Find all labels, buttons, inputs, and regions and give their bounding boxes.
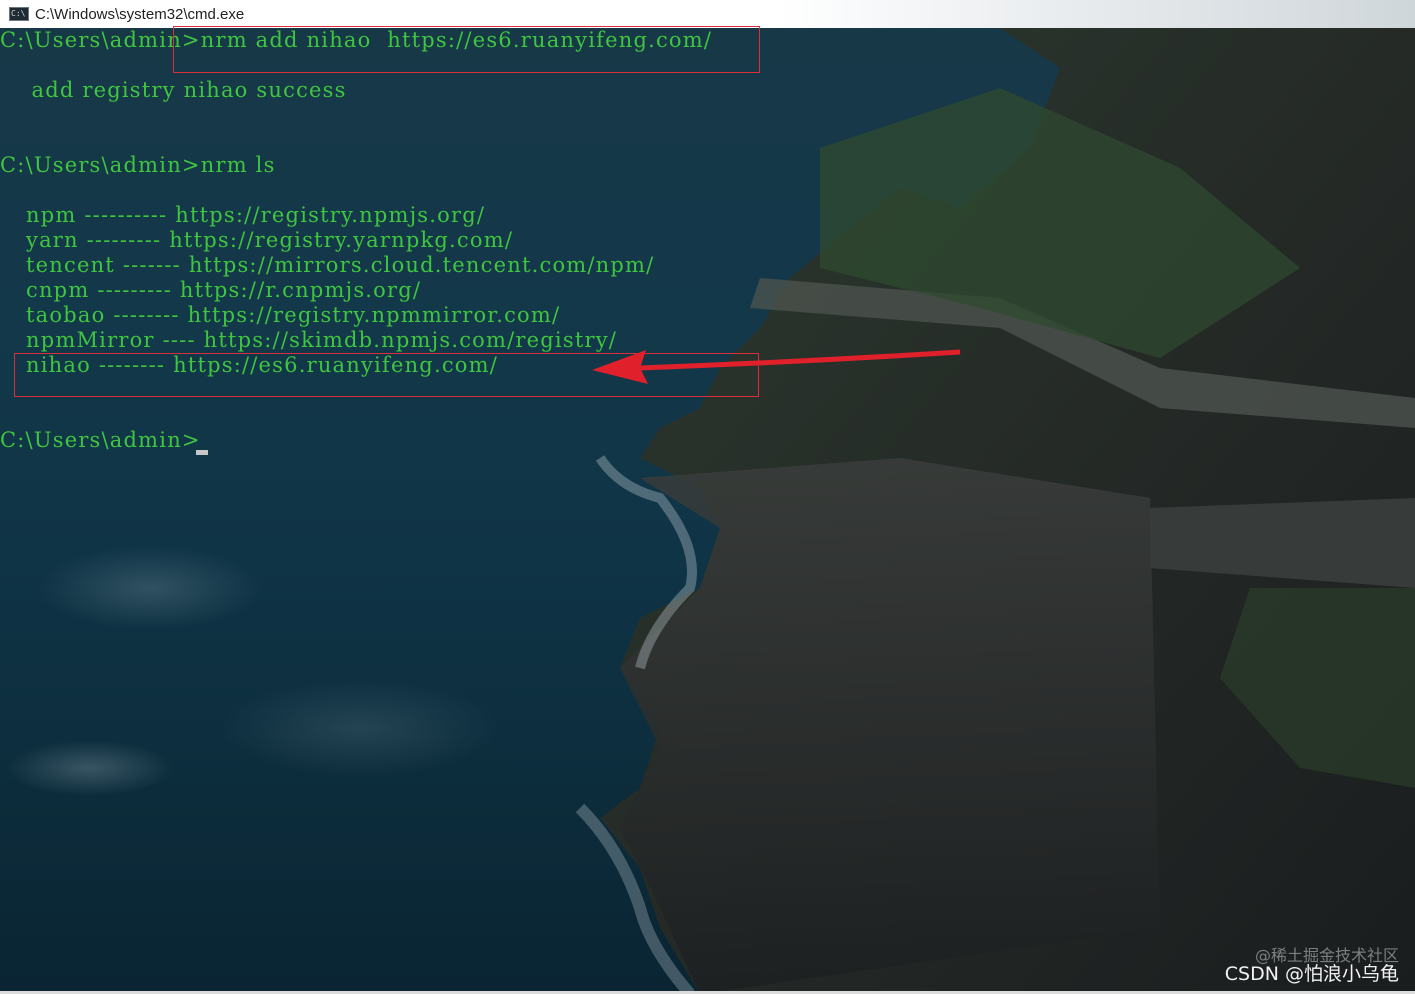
prompt: C:\Users\admin> bbox=[0, 153, 201, 177]
registry-separator: -------- bbox=[113, 303, 180, 327]
registry-name: cnpm bbox=[26, 278, 90, 302]
registry-name: npm bbox=[26, 203, 77, 227]
window-title: C:\Windows\system32\cmd.exe bbox=[35, 5, 245, 23]
command-text: nrm ls bbox=[200, 153, 276, 177]
cmd-icon: C:\ bbox=[9, 7, 29, 21]
highlight-box-command bbox=[173, 26, 760, 73]
registry-row-taobao: taobao -------- https://registry.npmmirr… bbox=[26, 303, 560, 327]
registry-url: https://skimdb.npmjs.com/registry/ bbox=[203, 328, 618, 352]
cmd-window: C:\ C:\Windows\system32\cmd.exe C:\Users… bbox=[0, 0, 1415, 994]
registry-separator: --------- bbox=[97, 278, 173, 302]
registry-row-yarn: yarn --------- https://registry.yarnpkg.… bbox=[26, 228, 513, 252]
registry-row-tencent: tencent ------- https://mirrors.cloud.te… bbox=[26, 253, 654, 277]
console-output-line: add registry nihao success bbox=[0, 78, 347, 102]
registry-separator: ---- bbox=[162, 328, 196, 352]
registry-name: tencent bbox=[26, 253, 115, 277]
registry-separator: --------- bbox=[86, 228, 162, 252]
highlight-box-nihao bbox=[14, 353, 759, 397]
registry-name: npmMirror bbox=[26, 328, 155, 352]
console-output[interactable]: C:\Users\admin>nrm add nihao https://es6… bbox=[0, 28, 1415, 994]
registry-separator: ---------- bbox=[84, 203, 168, 227]
prompt: C:\Users\admin> bbox=[0, 428, 201, 452]
registry-separator: ------- bbox=[122, 253, 181, 277]
registry-row-npm: npm ---------- https://registry.npmjs.or… bbox=[26, 203, 485, 227]
watermark-csdn: CSDN @怕浪小乌龟 bbox=[1224, 963, 1399, 985]
registry-name: taobao bbox=[26, 303, 106, 327]
registry-url: https://registry.yarnpkg.com/ bbox=[169, 228, 514, 252]
registry-name: yarn bbox=[26, 228, 79, 252]
registry-url: https://registry.npmjs.org/ bbox=[175, 203, 486, 227]
text-cursor bbox=[196, 450, 208, 455]
console-line-2: C:\Users\admin>nrm ls bbox=[0, 153, 276, 177]
title-bar[interactable]: C:\ C:\Windows\system32\cmd.exe bbox=[0, 0, 1415, 28]
registry-url: https://registry.npmmirror.com/ bbox=[187, 303, 561, 327]
prompt: C:\Users\admin> bbox=[0, 28, 201, 52]
registry-row-npmmirror: npmMirror ---- https://skimdb.npmjs.com/… bbox=[26, 328, 617, 352]
registry-url: https://mirrors.cloud.tencent.com/npm/ bbox=[188, 253, 655, 277]
console-line-3: C:\Users\admin> bbox=[0, 428, 201, 452]
registry-row-cnpm: cnpm --------- https://r.cnpmjs.org/ bbox=[26, 278, 421, 302]
registry-url: https://r.cnpmjs.org/ bbox=[179, 278, 422, 302]
